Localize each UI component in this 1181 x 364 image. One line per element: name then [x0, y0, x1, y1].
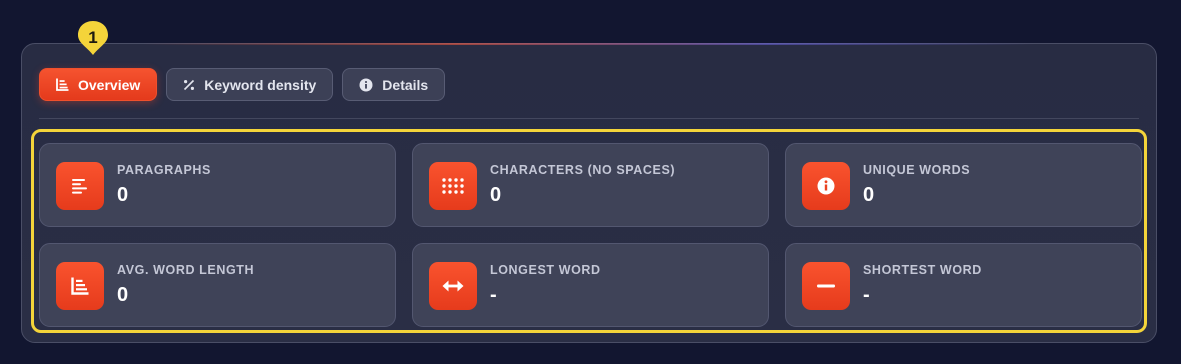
stat-value: -: [490, 284, 497, 306]
stat-card-unique-words: UNIQUE WORDS 0: [785, 143, 1142, 227]
stat-label: PARAGRAPHS: [117, 163, 211, 177]
step-marker-number: 1: [88, 28, 98, 47]
text-stats-panel: Overview Keyword density Details PARAGRA…: [21, 43, 1157, 343]
stat-value: 0: [117, 284, 129, 306]
minus-icon: [802, 262, 850, 310]
stat-card-avg-word-length: AVG. WORD LENGTH 0: [39, 243, 396, 327]
stat-card-paragraphs: PARAGRAPHS 0: [39, 143, 396, 227]
stat-value: 0: [117, 184, 129, 206]
stats-grid: PARAGRAPHS 0 CHARACTERS (NO SPACES) 0 UN…: [39, 143, 1142, 327]
stat-label: SHORTEST WORD: [863, 263, 982, 277]
stat-label: AVG. WORD LENGTH: [117, 263, 255, 277]
stat-label: UNIQUE WORDS: [863, 163, 971, 177]
tab-details[interactable]: Details: [342, 68, 446, 101]
tab-keyword-density-label: Keyword density: [204, 76, 317, 93]
stat-value: -: [863, 284, 870, 306]
stat-card-characters: CHARACTERS (NO SPACES) 0: [412, 143, 769, 227]
stat-value: 0: [490, 184, 502, 206]
tab-overview-label: Overview: [78, 76, 141, 93]
arrows-horizontal-icon: [429, 262, 477, 310]
panel-top-glow: [142, 43, 1036, 45]
stat-label: CHARACTERS (NO SPACES): [490, 163, 676, 177]
stat-value: 0: [863, 184, 875, 206]
stat-card-longest-word: LONGEST WORD -: [412, 243, 769, 327]
bar-chart-icon: [56, 262, 104, 310]
tab-details-label: Details: [382, 76, 429, 93]
tab-overview[interactable]: Overview: [39, 68, 158, 101]
align-left-icon: [56, 162, 104, 210]
info-icon: [359, 78, 373, 92]
tab-divider: [39, 118, 1139, 119]
grid-dots-icon: [429, 162, 477, 210]
stat-label: LONGEST WORD: [490, 263, 601, 277]
info-icon: [802, 162, 850, 210]
tab-bar: Overview Keyword density Details: [39, 68, 446, 101]
tab-keyword-density[interactable]: Keyword density: [166, 68, 334, 101]
bar-chart-icon: [56, 78, 69, 91]
step-marker-pin: 1: [75, 20, 111, 56]
percent-icon: [183, 79, 195, 91]
stat-card-shortest-word: SHORTEST WORD -: [785, 243, 1142, 327]
